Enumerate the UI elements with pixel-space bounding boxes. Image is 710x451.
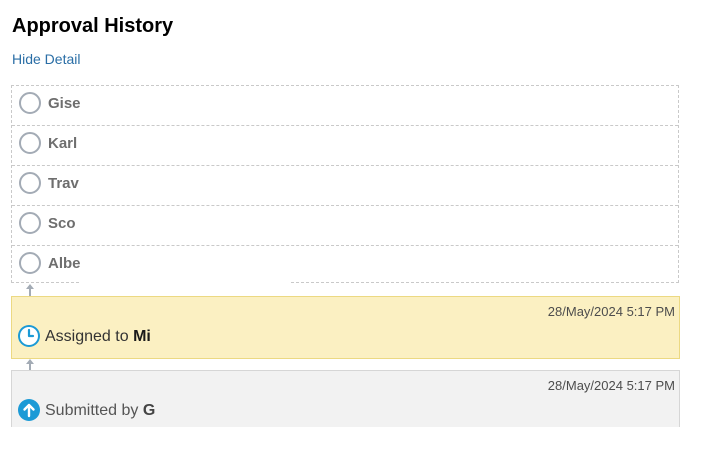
approver-name: Karl: [48, 135, 78, 152]
approver-details-area: [80, 86, 290, 124]
event-description: Assigned to Mi: [45, 328, 159, 346]
approver-row: Karl: [12, 126, 678, 166]
approver-row: Trav: [12, 166, 678, 206]
clock-icon: [18, 325, 40, 347]
event-action: Submitted by: [45, 402, 139, 419]
approver-name: Albe: [48, 255, 80, 272]
approver-list: Gise Karl Trav Sco Albe: [11, 85, 679, 286]
approval-history-page: Approval History Hide Detail Gise Karl T…: [0, 0, 710, 451]
hide-detail-link[interactable]: Hide Detail: [12, 51, 80, 67]
pending-status-icon: [19, 132, 41, 154]
pending-status-icon: [19, 212, 41, 234]
pending-status-icon: [19, 172, 41, 194]
approver-details-area: [80, 166, 290, 204]
pending-status-icon: [19, 252, 41, 274]
event-description: Submitted by G: [45, 402, 159, 420]
history-card-submitted: 28/May/2024 5:17 PM Submitted by G: [11, 370, 680, 427]
timeline-arrow-icon: [26, 359, 34, 364]
timeline-connector: [29, 363, 31, 370]
approver-details-area: [80, 126, 290, 164]
approver-details-area: [80, 246, 290, 284]
event-actor: Mi: [133, 328, 151, 345]
approver-name: Gise: [48, 95, 80, 112]
approver-row: Gise: [12, 86, 678, 126]
approver-row: Albe: [12, 246, 678, 286]
approver-name: Sco: [48, 215, 76, 232]
event-timestamp: 28/May/2024 5:17 PM: [547, 378, 675, 393]
approver-details-area: [80, 206, 290, 244]
timeline-connector: [29, 288, 31, 296]
timeline-arrow-icon: [26, 284, 34, 289]
arrow-up-icon: [18, 399, 40, 421]
pending-status-icon: [19, 92, 41, 114]
event-timestamp: 28/May/2024 5:17 PM: [547, 304, 675, 319]
approver-name: Trav: [48, 175, 79, 192]
page-title: Approval History: [12, 15, 174, 37]
event-action: Assigned to: [45, 328, 129, 345]
history-card-assigned: 28/May/2024 5:17 PM Assigned to Mi: [11, 296, 680, 359]
approver-row: Sco: [12, 206, 678, 246]
event-actor: G: [142, 402, 156, 419]
